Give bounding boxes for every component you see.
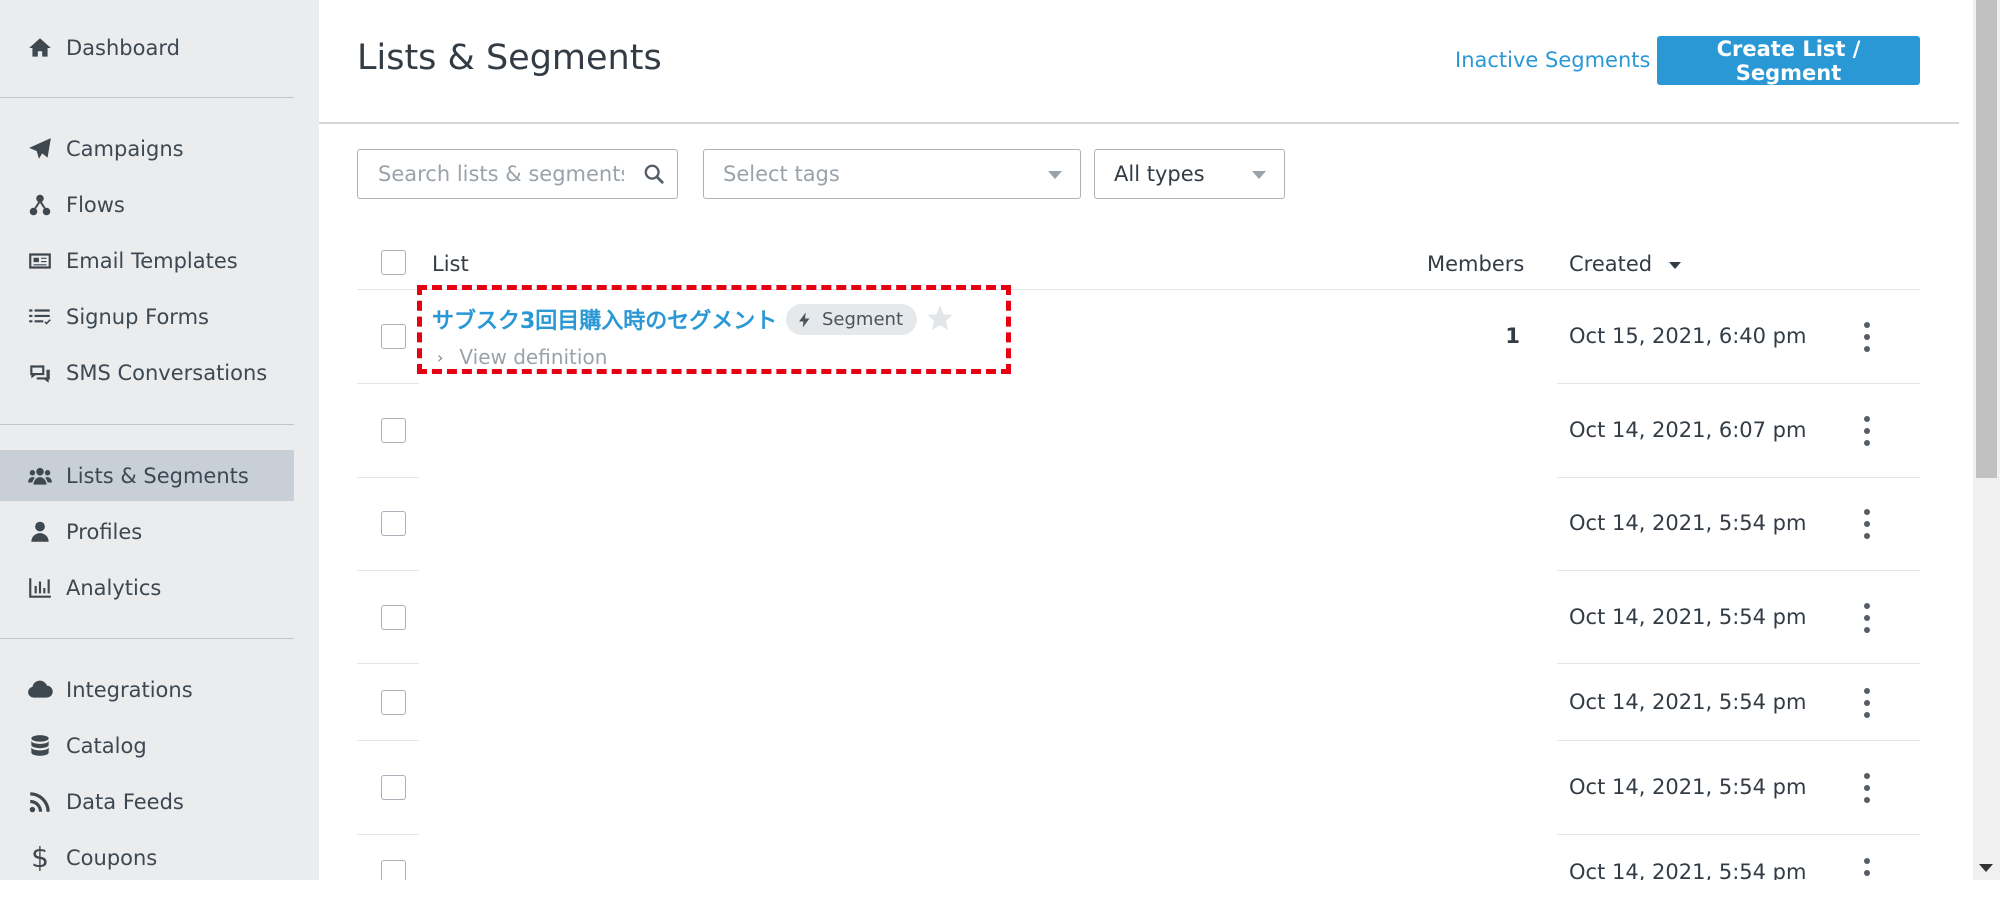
newspaper-icon — [25, 247, 55, 275]
column-header-created[interactable]: Created — [1569, 252, 1681, 276]
row-actions-menu[interactable] — [1860, 603, 1874, 633]
sidebar-item-flows[interactable]: Flows — [0, 179, 294, 230]
dollar-icon: $ — [31, 841, 49, 874]
row-divider — [357, 663, 419, 664]
search-field — [357, 149, 678, 199]
row-divider — [357, 477, 419, 478]
tags-select-placeholder: Select tags — [723, 162, 840, 186]
row-checkbox[interactable] — [381, 418, 406, 443]
sidebar-item-catalog[interactable]: Catalog — [0, 720, 294, 771]
paper-plane-icon — [25, 135, 55, 163]
sidebar-item-label: SMS Conversations — [66, 360, 268, 385]
scrollbar-thumb[interactable] — [1976, 0, 1997, 478]
bottom-margin — [0, 880, 2000, 918]
sidebar-item-label: Analytics — [66, 575, 162, 600]
row-divider — [357, 570, 419, 571]
sidebar-item-label: Signup Forms — [66, 304, 209, 329]
highlight-annotation-box — [417, 285, 1011, 374]
created-date: Oct 14, 2021, 5:54 pm — [1569, 775, 1807, 799]
list-check-icon — [25, 303, 55, 331]
members-count: 1 — [1505, 324, 1520, 348]
sidebar: Dashboard Campaigns Flows Email Template… — [0, 0, 319, 918]
row-divider — [1557, 477, 1920, 478]
user-icon — [25, 518, 55, 546]
sidebar-item-dashboard[interactable]: Dashboard — [0, 22, 294, 73]
create-list-segment-button[interactable]: Create List / Segment — [1657, 36, 1920, 85]
search-input[interactable] — [376, 161, 626, 187]
row-divider — [1557, 834, 1920, 835]
sidebar-item-campaigns[interactable]: Campaigns — [0, 123, 294, 174]
database-icon — [25, 732, 55, 760]
created-date: Oct 14, 2021, 5:54 pm — [1569, 605, 1807, 629]
row-checkbox[interactable] — [381, 605, 406, 630]
row-actions-menu[interactable] — [1860, 688, 1874, 718]
row-actions-menu[interactable] — [1860, 416, 1874, 446]
row-checkbox[interactable] — [381, 324, 406, 349]
row-divider — [1557, 383, 1920, 384]
created-date: Oct 15, 2021, 6:40 pm — [1569, 324, 1807, 348]
row-checkbox[interactable] — [381, 775, 406, 800]
sidebar-item-label: Email Templates — [66, 248, 238, 273]
tags-select[interactable]: Select tags — [703, 149, 1081, 199]
sidebar-item-label: Campaigns — [66, 136, 184, 161]
sidebar-item-label: Profiles — [66, 519, 143, 544]
sidebar-divider — [0, 424, 294, 425]
chat-bubble-icon — [25, 359, 55, 387]
created-date: Oct 14, 2021, 5:54 pm — [1569, 690, 1807, 714]
chevron-down-icon — [1252, 171, 1266, 179]
sidebar-item-integrations[interactable]: Integrations — [0, 664, 294, 715]
sidebar-item-email-templates[interactable]: Email Templates — [0, 235, 294, 286]
sidebar-item-label: Catalog — [66, 733, 147, 758]
sidebar-item-data-feeds[interactable]: Data Feeds — [0, 776, 294, 827]
users-icon — [25, 462, 55, 490]
home-icon — [25, 34, 55, 62]
scroll-down-arrow-icon[interactable] — [1979, 864, 1993, 872]
rss-icon — [25, 788, 55, 816]
sidebar-divider — [0, 97, 294, 98]
sidebar-divider — [0, 638, 294, 639]
bar-chart-icon — [25, 574, 55, 602]
row-divider — [357, 834, 419, 835]
row-divider — [1557, 663, 1920, 664]
sidebar-item-sms-conversations[interactable]: SMS Conversations — [0, 347, 294, 398]
created-date: Oct 14, 2021, 5:54 pm — [1569, 511, 1807, 535]
column-header-list: List — [432, 252, 469, 276]
sidebar-item-label: Data Feeds — [66, 789, 184, 814]
row-actions-menu[interactable] — [1860, 773, 1874, 803]
column-header-created-label: Created — [1569, 252, 1653, 276]
row-checkbox[interactable] — [381, 511, 406, 536]
sidebar-item-label: Lists & Segments — [66, 463, 249, 488]
row-divider — [1557, 570, 1920, 571]
chevron-down-icon — [1048, 171, 1062, 179]
select-all-checkbox[interactable] — [381, 250, 406, 275]
row-actions-menu[interactable] — [1860, 509, 1874, 539]
row-checkbox[interactable] — [381, 690, 406, 715]
row-divider — [1557, 740, 1920, 741]
type-select-value: All types — [1114, 162, 1205, 186]
sidebar-item-profiles[interactable]: Profiles — [0, 506, 294, 557]
sidebar-item-coupons[interactable]: $ Coupons — [0, 832, 294, 883]
row-actions-menu[interactable] — [1860, 322, 1874, 352]
inactive-segments-link[interactable]: Inactive Segments — [1455, 48, 1650, 72]
sidebar-item-analytics[interactable]: Analytics — [0, 562, 294, 613]
sidebar-item-lists-segments[interactable]: Lists & Segments — [0, 450, 294, 501]
row-divider — [357, 740, 419, 741]
sidebar-item-label: Dashboard — [66, 35, 180, 60]
type-select[interactable]: All types — [1094, 149, 1285, 199]
search-icon[interactable] — [643, 163, 665, 185]
row-divider — [357, 383, 419, 384]
column-header-members[interactable]: Members — [1427, 252, 1524, 276]
sort-desc-icon — [1668, 261, 1681, 269]
created-date: Oct 14, 2021, 6:07 pm — [1569, 418, 1807, 442]
sidebar-item-label: Flows — [66, 192, 125, 217]
sidebar-item-label: Integrations — [66, 677, 193, 702]
header-divider — [319, 122, 1959, 124]
page-title: Lists & Segments — [357, 38, 662, 78]
sidebar-item-signup-forms[interactable]: Signup Forms — [0, 291, 294, 342]
cloud-icon — [25, 676, 55, 704]
sidebar-item-label: Coupons — [66, 845, 158, 870]
flows-icon — [25, 191, 55, 219]
